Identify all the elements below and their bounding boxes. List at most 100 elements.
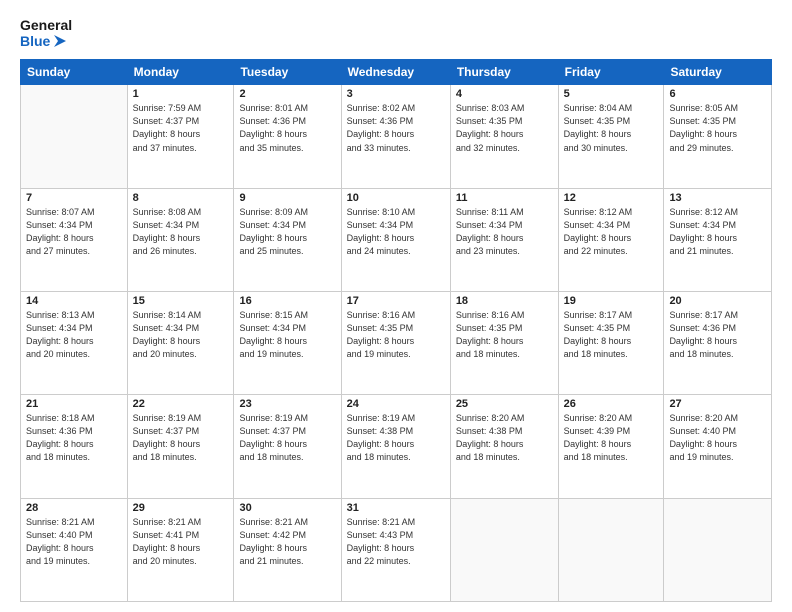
calendar-cell: 19 Sunrise: 8:17 AM Sunset: 4:35 PM Dayli… (558, 292, 664, 395)
day-info: Sunrise: 8:20 AM Sunset: 4:39 PM Dayligh… (564, 412, 659, 464)
day-info: Sunrise: 8:21 AM Sunset: 4:41 PM Dayligh… (133, 516, 229, 568)
calendar-cell: 1Sunrise: 7:59 AM Sunset: 4:37 PM Daylig… (127, 85, 234, 188)
day-number: 13 (669, 192, 766, 204)
day-info: Sunrise: 8:20 AM Sunset: 4:38 PM Dayligh… (456, 412, 553, 464)
day-info: Sunrise: 8:19 AM Sunset: 4:37 PM Dayligh… (133, 412, 229, 464)
day-info: Sunrise: 8:08 AM Sunset: 4:34 PM Dayligh… (133, 206, 229, 258)
day-number: 11 (456, 192, 553, 204)
day-number: 28 (26, 502, 122, 514)
calendar-cell (558, 498, 664, 601)
calendar-cell: 25 Sunrise: 8:20 AM Sunset: 4:38 PM Dayli… (450, 395, 558, 498)
calendar-cell: 31 Sunrise: 8:21 AM Sunset: 4:43 PM Dayli… (341, 498, 450, 601)
day-number: 20 (669, 295, 766, 307)
day-number: 16 (239, 295, 335, 307)
day-info: Sunrise: 8:20 AM Sunset: 4:40 PM Dayligh… (669, 412, 766, 464)
day-number: 27 (669, 398, 766, 410)
weekday-header-monday: Monday (127, 60, 234, 85)
calendar-cell: 14 Sunrise: 8:13 AM Sunset: 4:34 PM Dayli… (21, 292, 128, 395)
day-number: 14 (26, 295, 122, 307)
day-number: 22 (133, 398, 229, 410)
calendar-cell: 7 Sunrise: 8:07 AM Sunset: 4:34 PM Daylig… (21, 188, 128, 291)
day-info: Sunrise: 8:07 AM Sunset: 4:34 PM Dayligh… (26, 206, 122, 258)
weekday-header-row: SundayMondayTuesdayWednesdayThursdayFrid… (21, 60, 772, 85)
calendar-cell: 11Sunrise: 8:11 AM Sunset: 4:34 PM Dayli… (450, 188, 558, 291)
day-info: Sunrise: 8:21 AM Sunset: 4:42 PM Dayligh… (239, 516, 335, 568)
calendar-cell: 8 Sunrise: 8:08 AM Sunset: 4:34 PM Daylig… (127, 188, 234, 291)
day-info: Sunrise: 8:16 AM Sunset: 4:35 PM Dayligh… (347, 309, 445, 361)
day-number: 19 (564, 295, 659, 307)
day-number: 25 (456, 398, 553, 410)
day-info: Sunrise: 8:18 AM Sunset: 4:36 PM Dayligh… (26, 412, 122, 464)
day-info: Sunrise: 8:03 AM Sunset: 4:35 PM Dayligh… (456, 102, 553, 154)
calendar-cell: 26 Sunrise: 8:20 AM Sunset: 4:39 PM Dayli… (558, 395, 664, 498)
day-info: Sunrise: 8:15 AM Sunset: 4:34 PM Dayligh… (239, 309, 335, 361)
day-number: 30 (239, 502, 335, 514)
calendar-cell (450, 498, 558, 601)
calendar-cell: 13 Sunrise: 8:12 AM Sunset: 4:34 PM Dayli… (664, 188, 772, 291)
day-number: 10 (347, 192, 445, 204)
day-info: Sunrise: 8:21 AM Sunset: 4:43 PM Dayligh… (347, 516, 445, 568)
day-info: Sunrise: 7:59 AM Sunset: 4:37 PM Dayligh… (133, 102, 229, 154)
day-number: 23 (239, 398, 335, 410)
calendar-cell: 29Sunrise: 8:21 AM Sunset: 4:41 PM Dayli… (127, 498, 234, 601)
weekday-header-wednesday: Wednesday (341, 60, 450, 85)
calendar-cell: 2 Sunrise: 8:01 AM Sunset: 4:36 PM Daylig… (234, 85, 341, 188)
logo-general: General (20, 18, 72, 33)
calendar-cell: 16 Sunrise: 8:15 AM Sunset: 4:34 PM Dayli… (234, 292, 341, 395)
weekday-header-thursday: Thursday (450, 60, 558, 85)
day-number: 31 (347, 502, 445, 514)
calendar-cell: 10 Sunrise: 8:10 AM Sunset: 4:34 PM Dayli… (341, 188, 450, 291)
calendar-page: General Blue SundayMondayTuesdayWednesda… (0, 0, 792, 612)
calendar-cell: 30 Sunrise: 8:21 AM Sunset: 4:42 PM Dayli… (234, 498, 341, 601)
day-info: Sunrise: 8:05 AM Sunset: 4:35 PM Dayligh… (669, 102, 766, 154)
day-info: Sunrise: 8:21 AM Sunset: 4:40 PM Dayligh… (26, 516, 122, 568)
day-info: Sunrise: 8:16 AM Sunset: 4:35 PM Dayligh… (456, 309, 553, 361)
day-info: Sunrise: 8:19 AM Sunset: 4:38 PM Dayligh… (347, 412, 445, 464)
calendar-cell: 17 Sunrise: 8:16 AM Sunset: 4:35 PM Dayli… (341, 292, 450, 395)
day-info: Sunrise: 8:13 AM Sunset: 4:34 PM Dayligh… (26, 309, 122, 361)
calendar-cell: 28 Sunrise: 8:21 AM Sunset: 4:40 PM Dayli… (21, 498, 128, 601)
day-info: Sunrise: 8:17 AM Sunset: 4:35 PM Dayligh… (564, 309, 659, 361)
day-number: 6 (669, 88, 766, 100)
day-info: Sunrise: 8:19 AM Sunset: 4:37 PM Dayligh… (239, 412, 335, 464)
day-number: 21 (26, 398, 122, 410)
calendar-cell: 5Sunrise: 8:04 AM Sunset: 4:35 PM Daylig… (558, 85, 664, 188)
calendar-cell: 20 Sunrise: 8:17 AM Sunset: 4:36 PM Dayli… (664, 292, 772, 395)
day-number: 7 (26, 192, 122, 204)
calendar-cell: 21 Sunrise: 8:18 AM Sunset: 4:36 PM Dayli… (21, 395, 128, 498)
calendar-week-3: 14 Sunrise: 8:13 AM Sunset: 4:34 PM Dayli… (21, 292, 772, 395)
day-number: 17 (347, 295, 445, 307)
day-info: Sunrise: 8:10 AM Sunset: 4:34 PM Dayligh… (347, 206, 445, 258)
day-number: 15 (133, 295, 229, 307)
calendar-cell: 9 Sunrise: 8:09 AM Sunset: 4:34 PM Daylig… (234, 188, 341, 291)
calendar-cell: 22 Sunrise: 8:19 AM Sunset: 4:37 PM Dayli… (127, 395, 234, 498)
day-info: Sunrise: 8:17 AM Sunset: 4:36 PM Dayligh… (669, 309, 766, 361)
calendar-cell: 27 Sunrise: 8:20 AM Sunset: 4:40 PM Dayli… (664, 395, 772, 498)
day-number: 8 (133, 192, 229, 204)
header: General Blue (20, 18, 772, 49)
calendar-week-1: 1Sunrise: 7:59 AM Sunset: 4:37 PM Daylig… (21, 85, 772, 188)
day-info: Sunrise: 8:01 AM Sunset: 4:36 PM Dayligh… (239, 102, 335, 154)
day-info: Sunrise: 8:12 AM Sunset: 4:34 PM Dayligh… (564, 206, 659, 258)
day-number: 2 (239, 88, 335, 100)
calendar-cell: 23 Sunrise: 8:19 AM Sunset: 4:37 PM Dayli… (234, 395, 341, 498)
logo-arrow-icon (52, 33, 70, 49)
day-number: 26 (564, 398, 659, 410)
weekday-header-friday: Friday (558, 60, 664, 85)
weekday-header-sunday: Sunday (21, 60, 128, 85)
calendar-cell: 4 Sunrise: 8:03 AM Sunset: 4:35 PM Daylig… (450, 85, 558, 188)
day-info: Sunrise: 8:02 AM Sunset: 4:36 PM Dayligh… (347, 102, 445, 154)
day-info: Sunrise: 8:09 AM Sunset: 4:34 PM Dayligh… (239, 206, 335, 258)
calendar-cell: 15Sunrise: 8:14 AM Sunset: 4:34 PM Dayli… (127, 292, 234, 395)
logo: General Blue (20, 18, 72, 49)
day-info: Sunrise: 8:12 AM Sunset: 4:34 PM Dayligh… (669, 206, 766, 258)
day-number: 18 (456, 295, 553, 307)
day-number: 9 (239, 192, 335, 204)
calendar-cell: 6 Sunrise: 8:05 AM Sunset: 4:35 PM Daylig… (664, 85, 772, 188)
calendar-cell: 24Sunrise: 8:19 AM Sunset: 4:38 PM Dayli… (341, 395, 450, 498)
calendar-cell (21, 85, 128, 188)
calendar-cell: 12Sunrise: 8:12 AM Sunset: 4:34 PM Dayli… (558, 188, 664, 291)
day-number: 4 (456, 88, 553, 100)
day-number: 5 (564, 88, 659, 100)
weekday-header-saturday: Saturday (664, 60, 772, 85)
